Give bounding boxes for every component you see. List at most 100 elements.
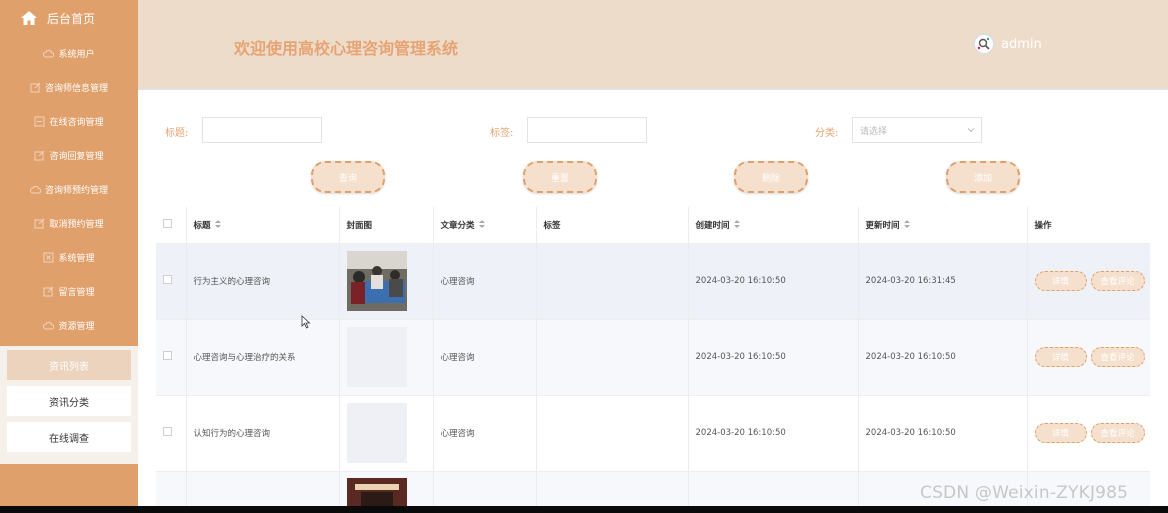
- submenu-item-news-category[interactable]: 资讯分类: [7, 386, 131, 416]
- title-filter-label: 标题:: [165, 128, 189, 139]
- top-header: 欢迎使用高校心理咨询管理系统 admin: [138, 0, 1168, 90]
- avatar[interactable]: [973, 33, 995, 55]
- row-checkbox[interactable]: [163, 351, 172, 360]
- cover-image: [346, 251, 407, 311]
- page-title: 欢迎使用高校心理咨询管理系统: [234, 39, 459, 58]
- cell-actions: 详情 查看评论: [1027, 318, 1150, 395]
- cloud-icon: [43, 320, 55, 331]
- cell-updated: 2024-03-20 16:31:45: [858, 242, 1028, 319]
- view-comments-button[interactable]: 查看评论: [1090, 271, 1145, 291]
- detail-button[interactable]: 详情: [1034, 271, 1087, 291]
- reset-button[interactable]: 重置: [523, 161, 597, 193]
- cell-title: 行为主义的心理咨询: [186, 242, 340, 319]
- sidebar: 后台首页 系统用户 咨询师信息管理 在线咨询管理 咨询回复管理 咨询师预约管理 …: [0, 0, 138, 506]
- box-minus-icon: [34, 116, 45, 127]
- news-table: 标题 封面图 文章分类 标签 创建时间 更新时间 操作 行为主义的心理咨询 心理…: [156, 207, 1150, 508]
- submenu-item-online-survey[interactable]: 在线调查: [7, 422, 131, 452]
- cell-category: 心理咨询: [433, 242, 537, 319]
- row-checkbox-cell: [156, 394, 187, 471]
- header-cover: 封面图: [339, 207, 434, 243]
- sort-icon[interactable]: [478, 219, 485, 231]
- sidebar-item-label: 咨询师预约管理: [44, 185, 108, 196]
- sidebar-item-messages[interactable]: 留言管理: [0, 274, 138, 308]
- sidebar-item-system[interactable]: 系统管理: [0, 240, 138, 274]
- sidebar-item-label: 资源管理: [58, 321, 95, 332]
- detail-button[interactable]: 详情: [1034, 347, 1087, 367]
- sort-icon[interactable]: [214, 219, 221, 231]
- category-select-placeholder: 请选择: [860, 126, 888, 137]
- tag-filter-input[interactable]: [527, 117, 647, 143]
- cover-image-placeholder: [346, 403, 407, 463]
- submenu-item-news-list[interactable]: 资讯列表: [7, 350, 131, 380]
- cell-created: 2024-03-20 16:10:50: [688, 242, 859, 319]
- edit-icon: [30, 82, 41, 93]
- cell-category: 心理咨询: [433, 318, 537, 395]
- cell-tag: [536, 394, 689, 471]
- cell-cover: [339, 394, 434, 471]
- sidebar-item-label: 咨询回复管理: [49, 151, 104, 162]
- cell-updated: 2024-03-20 16:10:50: [858, 394, 1028, 471]
- cell-cover: [339, 318, 434, 395]
- sidebar-item-resources[interactable]: 资源管理: [0, 308, 138, 342]
- sidebar-item-counselor-info[interactable]: 咨询师信息管理: [0, 70, 138, 104]
- view-comments-button[interactable]: 查看评论: [1090, 423, 1145, 443]
- edit-icon: [34, 150, 45, 161]
- cell-actions: 详情 查看评论: [1027, 242, 1150, 319]
- sidebar-item-label: 系统管理: [58, 253, 95, 264]
- table-row: 认知行为的心理咨询 心理咨询 2024-03-20 16:10:50 2024-…: [156, 394, 1150, 471]
- home-icon: [20, 10, 38, 26]
- cell-created: 2024-03-20 16:10:50: [688, 318, 859, 395]
- sidebar-item-label: 取消预约管理: [49, 219, 104, 230]
- cell-cover: [339, 470, 434, 508]
- tag-filter-label: 标签:: [490, 128, 514, 139]
- sidebar-item-online-consult[interactable]: 在线咨询管理: [0, 104, 138, 138]
- cover-image: [346, 477, 407, 508]
- header-checkbox-cell: [156, 207, 187, 243]
- view-comments-button[interactable]: 查看评论: [1090, 347, 1145, 367]
- cell-created: [688, 470, 859, 508]
- cell-title: 认知行为的心理咨询: [186, 394, 340, 471]
- cell-created: 2024-03-20 16:10:50: [688, 394, 859, 471]
- cell-cover: [339, 242, 434, 319]
- cloud-icon: [30, 184, 41, 195]
- username[interactable]: admin: [1001, 37, 1042, 52]
- cloud-icon: [43, 48, 55, 59]
- category-select[interactable]: 请选择: [852, 117, 982, 143]
- delete-button[interactable]: 删除: [734, 161, 808, 193]
- chevron-down-icon: [967, 126, 975, 134]
- bottom-bar: [0, 506, 1168, 513]
- mouse-cursor-icon: [301, 315, 311, 329]
- sidebar-item-appointment[interactable]: 咨询师预约管理: [0, 172, 138, 206]
- sidebar-item-label: 咨询师信息管理: [44, 83, 108, 94]
- cover-image-placeholder: [346, 327, 407, 387]
- header-category[interactable]: 文章分类: [433, 207, 537, 243]
- user-menu[interactable]: admin: [973, 33, 1042, 55]
- sort-icon[interactable]: [903, 219, 910, 231]
- title-filter-input[interactable]: [202, 117, 322, 143]
- select-all-checkbox[interactable]: [163, 218, 172, 228]
- cell-category: [433, 470, 537, 508]
- header-updated[interactable]: 更新时间: [858, 207, 1028, 243]
- sidebar-item-users[interactable]: 系统用户: [0, 36, 138, 70]
- sidebar-home[interactable]: 后台首页: [0, 0, 138, 36]
- cell-title: [186, 470, 340, 508]
- sidebar-item-label: 留言管理: [58, 287, 95, 298]
- row-checkbox[interactable]: [163, 275, 172, 284]
- sort-icon[interactable]: [733, 219, 740, 231]
- sidebar-item-label: 在线咨询管理: [49, 117, 104, 128]
- detail-button[interactable]: 详情: [1034, 423, 1087, 443]
- header-title[interactable]: 标题: [186, 207, 340, 243]
- table-header-row: 标题 封面图 文章分类 标签 创建时间 更新时间 操作: [156, 207, 1150, 243]
- sidebar-item-cancel-appointment[interactable]: 取消预约管理: [0, 206, 138, 240]
- row-checkbox[interactable]: [163, 427, 172, 436]
- table-row: 心理咨询与心理治疗的关系 心理咨询 2024-03-20 16:10:50 20…: [156, 318, 1150, 395]
- header-tag: 标签: [536, 207, 689, 243]
- header-actions: 操作: [1034, 220, 1052, 231]
- category-filter-label: 分类:: [815, 128, 839, 139]
- header-created[interactable]: 创建时间: [688, 207, 859, 243]
- main-content: 标题: 标签: 分类: 请选择 查询 重置 删除 添加 标题 封面图 文章分类: [143, 93, 1168, 508]
- search-button[interactable]: 查询: [311, 161, 385, 193]
- add-button[interactable]: 添加: [946, 161, 1020, 193]
- sidebar-item-reply[interactable]: 咨询回复管理: [0, 138, 138, 172]
- sidebar-submenu: 资讯列表 资讯分类 在线调查: [0, 346, 138, 464]
